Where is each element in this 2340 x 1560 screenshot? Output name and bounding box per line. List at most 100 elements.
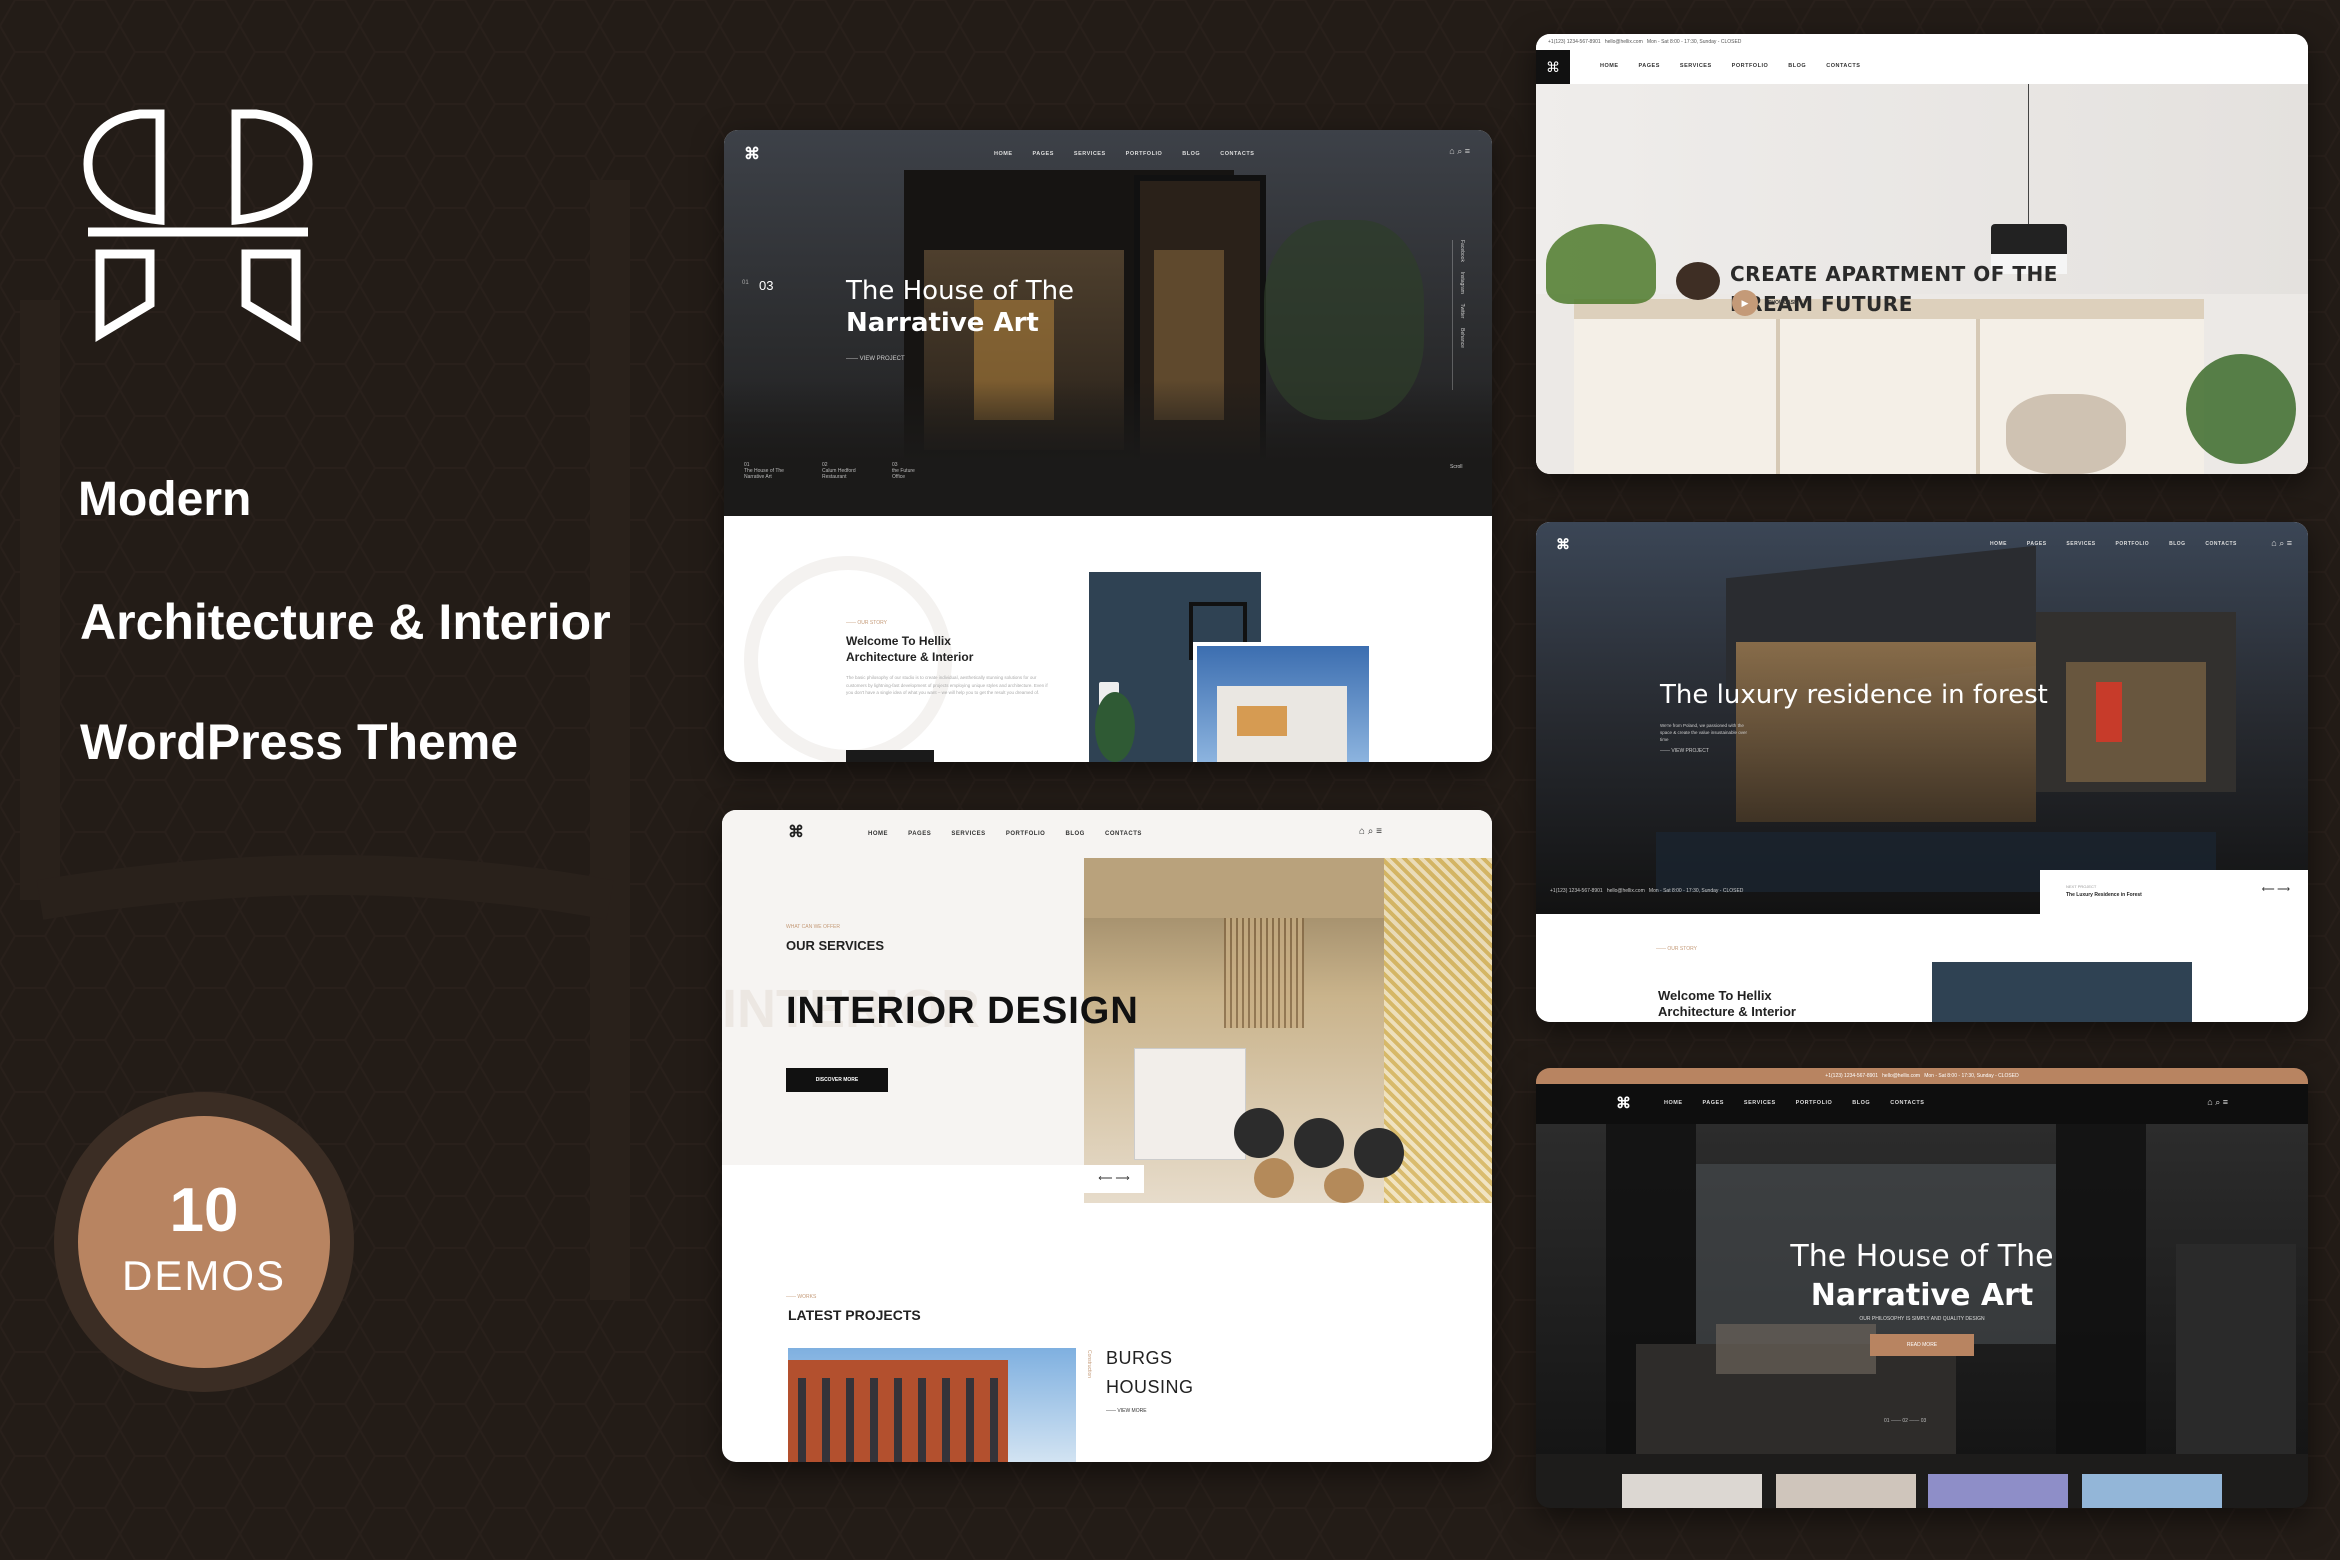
demo4-image [1928,958,2196,1022]
demo1-social-instagram[interactable]: Instagram [1459,272,1465,294]
demo5-nav-services[interactable]: SERVICES [1744,1100,1776,1106]
demo1-nav-home[interactable]: HOME [994,151,1013,157]
demo2-vase [1676,262,1720,300]
demo2-stool [2006,394,2126,474]
demo3-side-text: Construction [1086,1350,1092,1379]
demo2-nav-blog[interactable]: BLOG [1788,63,1806,69]
tagline-wordpress: WordPress Theme [80,714,519,770]
demo3-nav-blog[interactable]: BLOG [1065,831,1084,837]
demo1-welcome-line1: Welcome To Hellix [846,634,951,648]
demo1-scroll[interactable]: Scroll [1450,464,1463,470]
demo1-nav-blog[interactable]: BLOG [1182,151,1200,157]
demo3-nav-services[interactable]: SERVICES [951,831,985,837]
demo2-nav-pages[interactable]: PAGES [1639,63,1660,69]
demo5-thumb-1[interactable] [1622,1474,1762,1508]
demo5-read-more-button[interactable]: READ MORE [1870,1334,1974,1356]
demo3-discover-button[interactable]: DISCOVER MORE [786,1068,888,1092]
demo3-nav-home[interactable]: HOME [868,831,888,837]
demo3-nav: HOME PAGES SERVICES PORTFOLIO BLOG CONTA… [868,831,1160,837]
demo5-topbar: +1(123) 1234-567-8901 hello@hellix.com M… [1536,1068,2308,1084]
demo4-subtitle: We're from Poland, we passioned with the… [1660,723,1748,743]
demo4-welcome-line2: Architecture & Interior [1658,1004,1796,1019]
demo1-title-line2: Narrative Art [846,308,1039,338]
demo5-nav-pages[interactable]: PAGES [1703,1100,1724,1106]
demo1-nav-contacts[interactable]: CONTACTS [1220,151,1254,157]
demo5-title-line2: Narrative Art [1810,1278,2034,1313]
demo5-header-icons[interactable]: ⌂ ⌕ ≡ [2207,1097,2228,1108]
demo5-pager[interactable]: 01 ―― 02 ―― 03 [1884,1418,1926,1424]
demo5-preview[interactable]: +1(123) 1234-567-8901 hello@hellix.com M… [1536,1068,2308,1508]
demo1-header-icons[interactable]: ⌂ ⌕ ≡ [1449,146,1470,157]
demo3-nav-contacts[interactable]: CONTACTS [1105,831,1142,837]
demo4-nav-portfolio[interactable]: PORTFOLIO [2116,541,2150,547]
demo3-header-icons[interactable]: ⌂ ⌕ ≡ [1359,826,1382,837]
demo2-title-line1: CREATE APARTMENT OF THE [1730,262,2058,286]
demo1-social-facebook[interactable]: Facebook [1459,240,1465,262]
demo5-nav-blog[interactable]: BLOG [1852,1100,1870,1106]
demo4-view-project[interactable]: ―― VIEW PROJECT [1660,748,1709,754]
demo4-nav-blog[interactable]: BLOG [2169,541,2185,547]
demo5-thumb-3[interactable] [1928,1474,2068,1508]
demo1-nav-pages[interactable]: PAGES [1033,151,1054,157]
demo4-header-icons[interactable]: ⌂ ⌕ ≡ [2271,538,2292,549]
demo1-nav-services[interactable]: SERVICES [1074,151,1106,157]
demo5-nav-home[interactable]: HOME [1664,1100,1683,1106]
demo5-logo-icon[interactable]: ⌘ [1616,1094,1631,1112]
demo4-title: The luxury residence in forest [1660,680,2048,710]
demo4-tag: ―― OUR STORY [1656,946,1697,952]
demo1-button[interactable] [846,750,934,762]
demo3-project-title-2[interactable]: HOUSING [1106,1377,1194,1398]
demo4-nav-pages[interactable]: PAGES [2027,541,2047,547]
demo3-preview[interactable]: ⌘ HOME PAGES SERVICES PORTFOLIO BLOG CON… [722,810,1492,1462]
demo2-play-icon[interactable]: ▶ [1732,290,1758,316]
demo2-topbar: +1(123) 1234-567-8901 hello@hellix.com M… [1536,34,2308,51]
demo3-project-image[interactable] [788,1348,1076,1462]
demo1-social-bar: Facebook Instagram Twitter Behance [1452,240,1477,390]
demo2-logo-icon[interactable]: ⌘ [1536,50,1570,84]
demo1-title-line1: The House of The [846,276,1075,306]
demo3-project-title-1[interactable]: BURGS [1106,1348,1173,1369]
demo4-nav-contacts[interactable]: CONTACTS [2205,541,2236,547]
demo4-preview[interactable]: ⌘ HOME PAGES SERVICES PORTFOLIO BLOG CON… [1536,522,2308,1022]
demo1-social-twitter[interactable]: Twitter [1459,304,1465,319]
demo4-nav-services[interactable]: SERVICES [2066,541,2095,547]
demo1-social-behance[interactable]: Behance [1459,328,1465,348]
demo4-arrows[interactable]: ⟵ ⟶ [2262,884,2290,895]
demo1-view-project[interactable]: ―― VIEW PROJECT [846,356,905,362]
demo5-thumb-4[interactable] [2082,1474,2222,1508]
demo1-thumb-2[interactable]: 02 Calum Hedford Restaurant [822,462,892,480]
demo1-thumb-1[interactable]: 01 The House of The Narrative Art [744,462,814,480]
demo1-nav: HOME PAGES SERVICES PORTFOLIO BLOG CONTA… [994,151,1272,157]
demo2-nav-portfolio[interactable]: PORTFOLIO [1732,63,1769,69]
demo1-thumb-3[interactable]: 03 the Future Office [892,462,962,480]
demo5-nav-portfolio[interactable]: PORTFOLIO [1796,1100,1833,1106]
demo1-section-tag: ―― OUR STORY [846,620,887,626]
demo5-nav-contacts[interactable]: CONTACTS [1890,1100,1924,1106]
demo4-nav-home[interactable]: HOME [1990,541,2007,547]
demo3-hero-image [1084,858,1492,1203]
demo2-nav-services[interactable]: SERVICES [1680,63,1712,69]
demo1-logo-icon[interactable]: ⌘ [744,144,760,164]
demo2-nav-home[interactable]: HOME [1600,63,1619,69]
brand-logo [83,109,313,342]
demo3-view-more[interactable]: ―― VIEW MORE [1106,1408,1147,1414]
demos-count: 10 [169,1176,239,1245]
demo2-preview[interactable]: +1(123) 1234-567-8901 hello@hellix.com M… [1536,34,2308,474]
demo1-preview[interactable]: ⌘ HOME PAGES SERVICES PORTFOLIO BLOG CON… [724,130,1492,762]
demo4-logo-icon[interactable]: ⌘ [1556,536,1570,553]
demo2-nav: HOME PAGES SERVICES PORTFOLIO BLOG CONTA… [1600,63,1878,69]
demo3-tag: WHAT CAN WE OFFER [786,924,840,930]
demo1-nav-portfolio[interactable]: PORTFOLIO [1126,151,1163,157]
demo3-logo-icon[interactable]: ⌘ [788,822,804,842]
demo3-nav-pages[interactable]: PAGES [908,831,931,837]
demo5-thumb-2[interactable] [1776,1474,1916,1508]
demo2-plant-left [1546,224,1656,304]
demo2-nav-contacts[interactable]: CONTACTS [1826,63,1860,69]
demo3-slider-arrows[interactable]: ⟵ ⟶ [1084,1165,1144,1193]
demo3-nav-portfolio[interactable]: PORTFOLIO [1006,831,1046,837]
demo3-our-services: OUR SERVICES [786,938,885,953]
demo5-subtitle: OUR PHILOSOPHY IS SIMPLY AND QUALITY DES… [1859,1316,1985,1322]
demo5-nav: HOME PAGES SERVICES PORTFOLIO BLOG CONTA… [1664,1100,1942,1106]
demo2-showcase-link[interactable]: SHOWCASE [1768,300,1797,306]
demo2-plant-right [2186,354,2296,464]
